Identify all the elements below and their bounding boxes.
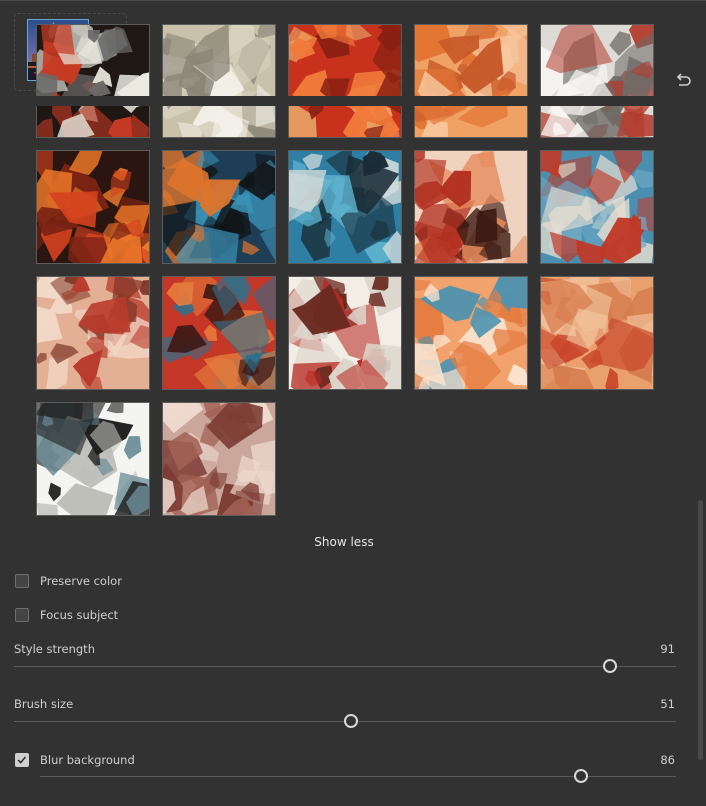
- blur-background-slider-handle[interactable]: [574, 769, 588, 783]
- style-strength-label: Style strength: [14, 642, 95, 656]
- style-thumbnail[interactable]: [162, 150, 276, 264]
- focus-subject-label: Focus subject: [40, 608, 119, 622]
- style-thumbnail[interactable]: [414, 150, 528, 264]
- undo-icon[interactable]: [674, 72, 692, 88]
- style-thumbnail[interactable]: [162, 276, 276, 390]
- checkmark-icon: [17, 756, 27, 764]
- style-thumbnail[interactable]: [162, 24, 276, 138]
- style-strength-track[interactable]: [14, 666, 676, 667]
- style-thumbnail[interactable]: [36, 402, 150, 516]
- style-thumbnail[interactable]: [288, 276, 402, 390]
- brush-size-label: Brush size: [14, 697, 74, 711]
- preserve-color-checkbox[interactable]: [15, 574, 29, 588]
- style-thumbnail[interactable]: [288, 24, 402, 138]
- focus-subject-checkbox[interactable]: [15, 608, 29, 622]
- scrollbar-thumb[interactable]: [698, 500, 703, 760]
- brush-size-value[interactable]: 51: [660, 697, 675, 711]
- style-thumbnail[interactable]: [540, 150, 654, 264]
- style-thumbnail[interactable]: [540, 276, 654, 390]
- style-thumbnail[interactable]: [414, 24, 528, 138]
- blur-background-value[interactable]: 86: [660, 753, 675, 767]
- show-less-link[interactable]: Show less: [0, 535, 688, 549]
- gallery-scroll-mask: [30, 96, 670, 106]
- style-thumbnail[interactable]: [414, 276, 528, 390]
- preserve-color-label: Preserve color: [40, 574, 122, 588]
- blur-background-checkbox[interactable]: [15, 753, 29, 767]
- blur-background-label: Blur background: [40, 753, 135, 767]
- style-strength-value[interactable]: 91: [660, 642, 675, 656]
- style-thumbnail[interactable]: [36, 24, 150, 138]
- top-divider: [0, 0, 706, 1]
- style-thumbnail[interactable]: [36, 276, 150, 390]
- style-thumbnail[interactable]: [162, 402, 276, 516]
- style-thumbnail[interactable]: [540, 24, 654, 138]
- style-thumbnail[interactable]: [288, 150, 402, 264]
- brush-size-slider-handle[interactable]: [344, 714, 358, 728]
- style-strength-slider-handle[interactable]: [603, 659, 617, 673]
- style-thumbnail[interactable]: [36, 150, 150, 264]
